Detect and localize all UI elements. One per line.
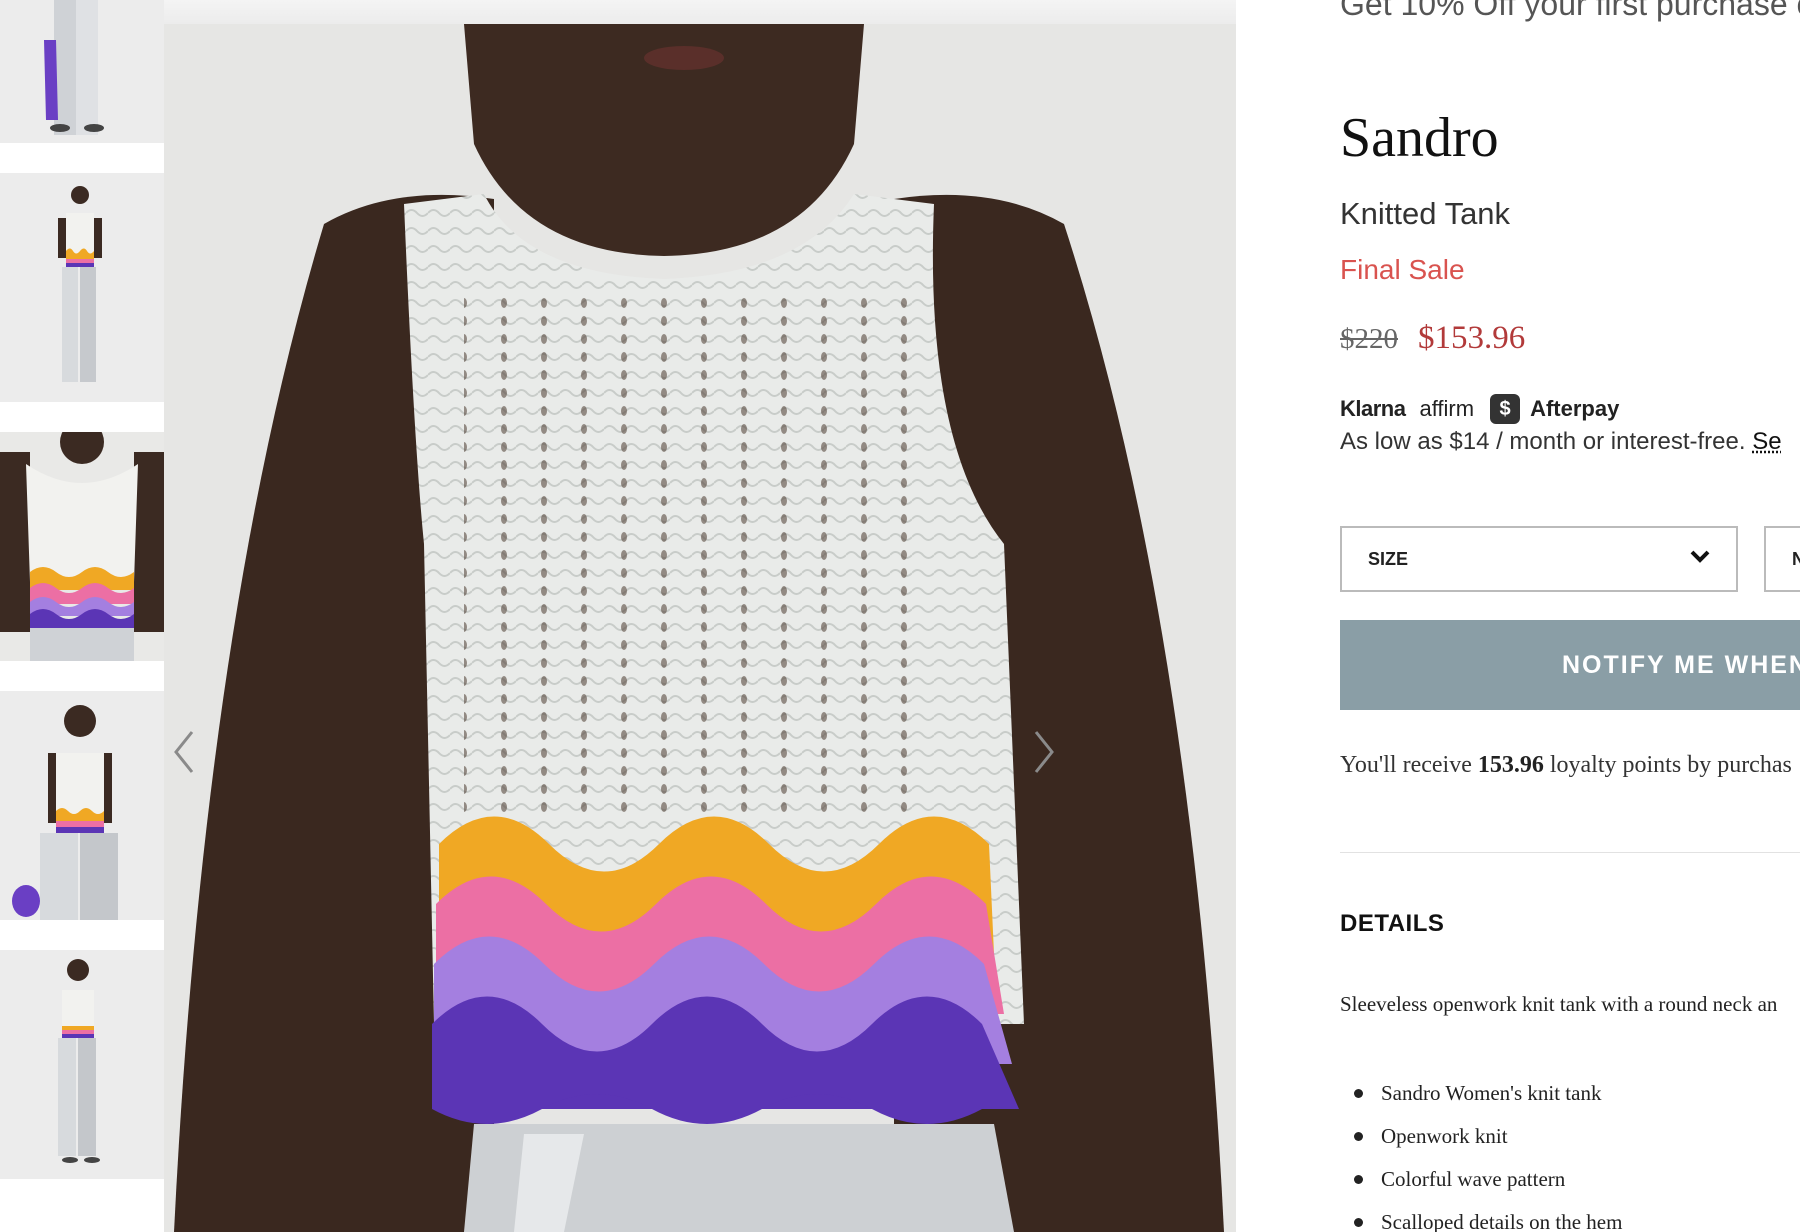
loyalty-points-value: 153.96 — [1477, 752, 1544, 778]
prev-image-button[interactable] — [164, 724, 204, 784]
divider — [1340, 852, 1800, 853]
browser-top-bar — [0, 0, 1236, 24]
installments-copy: As low as $14 / month or interest-free. — [1340, 428, 1753, 455]
list-item: Sandro Women's knit tank — [1340, 1072, 1622, 1115]
payment-logos: Klarna affirm $ Afterpay — [1340, 392, 1619, 426]
chevron-down-icon — [1690, 548, 1710, 569]
size-dropdown-label: SIZE — [1368, 548, 1409, 569]
installments-text: As low as $14 / month or interest-free. … — [1340, 428, 1782, 456]
original-price: $220 — [1340, 323, 1398, 355]
list-item: Colorful wave pattern — [1340, 1158, 1622, 1201]
see-options-link[interactable]: Se — [1752, 428, 1781, 455]
loyalty-points-text: You'll receive 153.96 loyalty points by … — [1340, 752, 1792, 779]
affirm-logo: affirm — [1419, 396, 1475, 421]
chevron-left-icon — [172, 730, 196, 779]
main-product-image — [164, 24, 1236, 1232]
details-bullets: Sandro Women's knit tank Openwork knit C… — [1340, 1072, 1622, 1232]
final-sale-label: Final Sale — [1340, 254, 1465, 285]
details-heading[interactable]: DETAILS — [1340, 910, 1444, 938]
details-description: Sleeveless openwork knit tank with a rou… — [1340, 992, 1778, 1016]
bullet-text: Colorful wave pattern — [1381, 1167, 1566, 1191]
price-row: $220 $153.96 — [1340, 320, 1525, 357]
thumbnail-gallery — [0, 0, 164, 1232]
bullet-text: Scalloped details on the hem — [1381, 1210, 1623, 1232]
second-dropdown[interactable]: N — [1764, 526, 1800, 592]
size-dropdown[interactable]: SIZE — [1340, 526, 1738, 592]
list-item: Openwork knit — [1340, 1115, 1622, 1158]
list-item: Scalloped details on the hem — [1340, 1201, 1622, 1232]
brand-name[interactable]: Sandro — [1340, 106, 1499, 170]
sale-price: $153.96 — [1418, 320, 1526, 356]
product-info-panel: Get 10% Off your first purchase o Sandro… — [1340, 0, 1800, 1232]
thumbnail-5[interactable] — [0, 950, 164, 1179]
afterpay-logo: Afterpay — [1530, 396, 1620, 421]
afterpay-icon: $ — [1490, 394, 1521, 424]
thumbnail-3[interactable] — [0, 432, 164, 661]
loyalty-prefix: You'll receive — [1340, 752, 1478, 778]
thumbnail-2[interactable] — [0, 173, 164, 402]
promo-banner: Get 10% Off your first purchase o — [1340, 0, 1800, 22]
second-dropdown-label: N — [1792, 548, 1800, 569]
notify-me-button[interactable]: NOTIFY ME WHEN — [1340, 620, 1800, 710]
klarna-logo: Klarna — [1340, 396, 1406, 421]
product-title: Knitted Tank — [1340, 196, 1511, 231]
next-image-button[interactable] — [1024, 724, 1064, 784]
chevron-right-icon — [1032, 730, 1056, 779]
loyalty-suffix: loyalty points by purchas — [1543, 752, 1792, 778]
bullet-text: Sandro Women's knit tank — [1381, 1081, 1602, 1105]
thumbnail-4[interactable] — [0, 691, 164, 920]
thumbnail-1[interactable] — [0, 0, 164, 143]
bullet-text: Openwork knit — [1381, 1124, 1508, 1148]
